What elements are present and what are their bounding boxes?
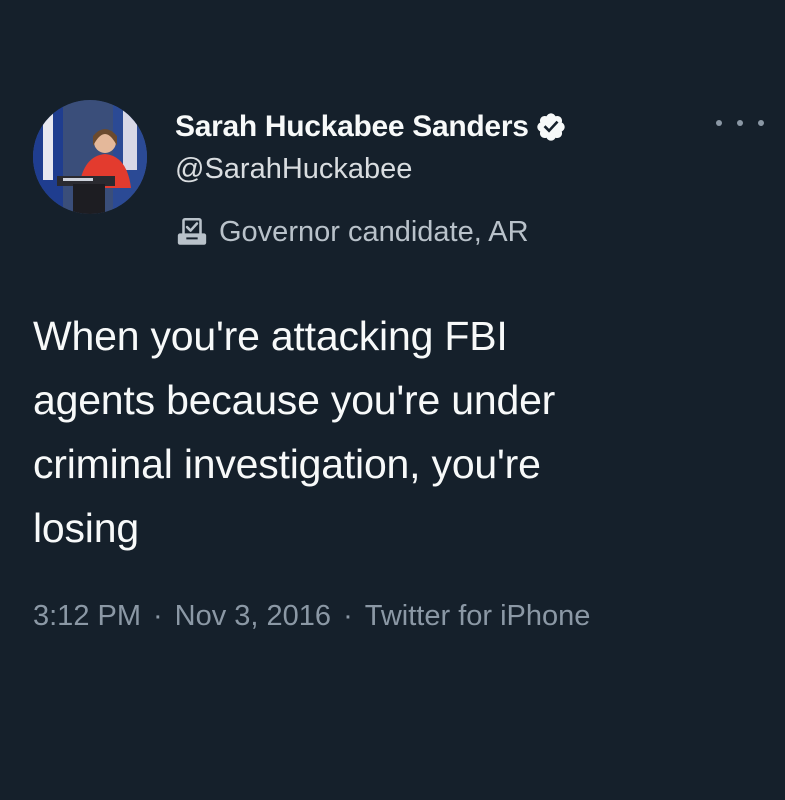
more-dot xyxy=(737,120,743,126)
meta-separator: · xyxy=(343,600,353,632)
more-dot xyxy=(758,120,764,126)
name-row: Sarah Huckabee Sanders xyxy=(175,107,567,147)
avatar[interactable] xyxy=(33,100,147,214)
tweet-metadata: 3:12 PM · Nov 3, 2016 · Twitter for iPho… xyxy=(33,600,590,633)
more-horizontal-icon xyxy=(716,120,722,126)
tweet: Sarah Huckabee Sanders @SarahHuckabee Go… xyxy=(0,0,785,800)
more-options-button[interactable] xyxy=(716,108,764,138)
tweet-time[interactable]: 3:12 PM xyxy=(33,600,141,633)
tweet-header: Sarah Huckabee Sanders @SarahHuckabee xyxy=(175,107,567,186)
meta-separator: · xyxy=(153,600,163,632)
ballot-box-icon xyxy=(175,215,209,249)
tweet-source[interactable]: Twitter for iPhone xyxy=(365,600,591,633)
verified-badge-icon xyxy=(535,111,567,143)
affiliation-label: Governor candidate, AR xyxy=(175,212,529,252)
handle[interactable]: @SarahHuckabee xyxy=(175,153,567,186)
affiliation-text: Governor candidate, AR xyxy=(219,215,529,248)
tweet-text: When you're attacking FBI agents because… xyxy=(33,313,556,551)
tweet-date[interactable]: Nov 3, 2016 xyxy=(175,600,331,633)
display-name[interactable]: Sarah Huckabee Sanders xyxy=(175,110,529,144)
avatar-image xyxy=(33,100,147,214)
